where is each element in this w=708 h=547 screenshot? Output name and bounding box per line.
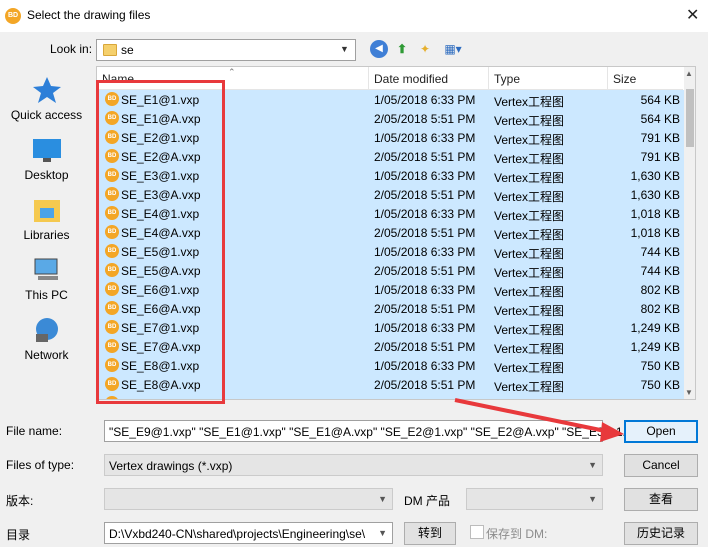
annotation-arrow-icon bbox=[454, 398, 624, 442]
